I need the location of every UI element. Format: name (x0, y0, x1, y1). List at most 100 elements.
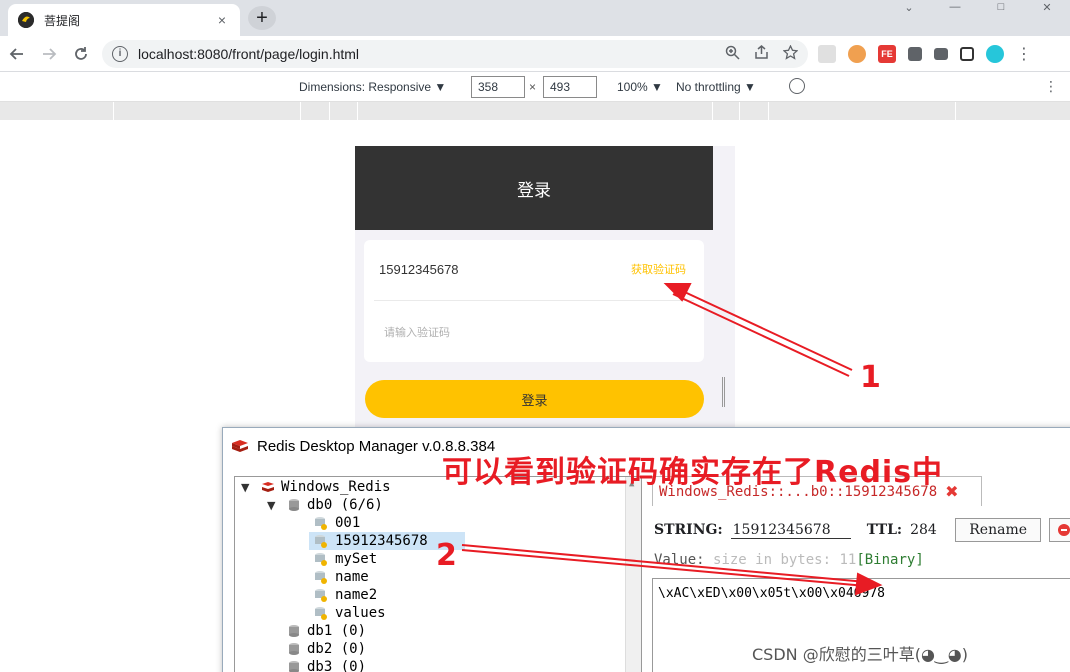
tab-search-icon[interactable]: ⌄ (886, 0, 932, 14)
rotate-icon[interactable] (785, 74, 809, 98)
zoom-icon[interactable] (725, 45, 740, 63)
db3-label: db3 (0) (307, 659, 367, 672)
csdn-watermark: CSDN @欣慰的三叶草(◕‿◕) (752, 645, 968, 664)
key-icon (315, 606, 327, 620)
site-favicon-icon (18, 12, 34, 28)
annotation-number-1: 1 (860, 360, 881, 395)
browser-tab-strip: 菩提阁 × + ⌄ — □ ✕ (0, 0, 1070, 36)
expand-arrow-icon[interactable]: ▼ (241, 481, 253, 494)
db0-label: db0 (6/6) (307, 497, 383, 513)
login-form-card: 15912345678 获取验证码 请输入验证码 (364, 240, 704, 362)
key-label: name (335, 569, 369, 585)
database-icon (289, 499, 299, 511)
key-icon (315, 570, 327, 584)
throttling-dropdown[interactable]: No throttling ▼ (676, 80, 756, 94)
key-label: values (335, 605, 386, 621)
extension-fe-icon[interactable]: FE (878, 45, 896, 63)
tree-scrollbar[interactable]: ▲ (625, 477, 641, 672)
annotation-headline: 可以看到验证码确实存在了Redis中 (442, 455, 944, 490)
value-label: Value: (654, 552, 705, 568)
device-toolbar-more-icon[interactable]: ⋮ (1044, 78, 1058, 95)
tree-db3[interactable]: db3 (0) (287, 658, 366, 672)
redis-logo-icon (232, 440, 248, 452)
tree-connection[interactable]: ▼ Windows_Redis (241, 478, 391, 496)
tree-key-name2[interactable]: name2 (313, 586, 377, 604)
connection-tree: ▼ Windows_Redis ▼ db0 (6/6) 001 15912345… (234, 476, 642, 672)
key-type-label: STRING: (654, 522, 723, 538)
tree-db2[interactable]: db2 (0) (287, 640, 366, 658)
annotation-number-2: 2 (436, 538, 457, 573)
zoom-dropdown[interactable]: 100% ▼ (617, 80, 663, 94)
bookmark-star-icon[interactable] (782, 44, 799, 63)
close-window-button[interactable]: ✕ (1024, 0, 1070, 14)
url-text[interactable]: localhost:8080/front/page/login.html (138, 46, 725, 62)
key-meta-row: STRING: 15912345678 TTL: 284 Rename (654, 518, 1070, 542)
key-name-field[interactable]: 15912345678 (730, 522, 851, 539)
verification-code-input[interactable]: 请输入验证码 (384, 324, 450, 340)
delete-icon (1058, 524, 1070, 536)
viewport-height-input[interactable]: 493 (543, 76, 597, 98)
reload-icon[interactable] (66, 39, 96, 69)
device-toolbar: Dimensions: Responsive ▼ 358 × 493 100% … (0, 72, 1070, 102)
browser-tab[interactable]: 菩提阁 × (8, 4, 240, 36)
media-query-ruler (0, 102, 1070, 120)
close-tab-icon[interactable]: ✖ (945, 482, 958, 501)
page-title: 登录 (517, 180, 551, 200)
new-tab-button[interactable]: + (248, 6, 276, 30)
delete-key-button[interactable] (1049, 518, 1070, 542)
key-label: 001 (335, 515, 361, 531)
rename-button[interactable]: Rename (954, 518, 1042, 542)
database-icon (289, 643, 299, 655)
extension-face-icon[interactable] (848, 45, 866, 63)
key-label: 15912345678 (335, 533, 428, 549)
tree-key-name[interactable]: name (313, 568, 369, 586)
key-label: name2 (335, 587, 378, 603)
key-icon (315, 516, 327, 530)
login-button[interactable]: 登录 (365, 380, 704, 418)
redis-server-icon (262, 482, 274, 492)
get-code-link[interactable]: 获取验证码 (631, 261, 686, 277)
tree-key-myset[interactable]: mySet (313, 550, 377, 568)
extension-cast-icon[interactable] (818, 45, 836, 63)
back-icon[interactable] (2, 39, 32, 69)
value-info-row: Value: size in bytes: 11[Binary] (654, 552, 924, 568)
value-size-text: size in bytes: 11 (713, 552, 857, 568)
minimize-button[interactable]: — (932, 0, 978, 14)
browser-toolbar: i localhost:8080/front/page/login.html F… (0, 36, 1070, 72)
viewport-resize-handle[interactable] (722, 377, 725, 407)
mobile-viewport: 登录 15912345678 获取验证码 请输入验证码 登录 (355, 146, 735, 436)
connection-name: Windows_Redis (281, 479, 391, 495)
forward-icon[interactable] (34, 39, 64, 69)
ttl-label: TTL: (866, 522, 903, 538)
maximize-button[interactable]: □ (978, 0, 1024, 14)
database-icon (289, 661, 299, 672)
extensions-puzzle-icon[interactable] (908, 47, 922, 61)
site-info-icon[interactable]: i (112, 46, 128, 62)
binary-tag[interactable]: [Binary] (856, 552, 923, 568)
viewport-width-input[interactable]: 358 (471, 76, 525, 98)
window-controls: ⌄ — □ ✕ (886, 0, 1070, 14)
key-icon (315, 534, 327, 548)
tab-title: 菩提阁 (44, 13, 81, 28)
phone-input[interactable]: 15912345678 (379, 262, 459, 277)
address-bar[interactable]: i localhost:8080/front/page/login.html (102, 40, 808, 68)
database-icon (289, 625, 299, 637)
page-header: 登录 (355, 146, 713, 230)
tab-close-icon[interactable]: × (214, 12, 230, 28)
browser-menu-icon[interactable]: ⋮ (1016, 44, 1032, 64)
share-icon[interactable] (754, 45, 769, 63)
tree-db1[interactable]: db1 (0) (287, 622, 366, 640)
profile-avatar-icon[interactable] (986, 45, 1004, 63)
side-panel-icon[interactable] (960, 47, 974, 61)
key-icon (315, 552, 327, 566)
form-divider (374, 300, 694, 301)
expand-arrow-icon[interactable]: ▼ (267, 499, 279, 512)
tree-key-001[interactable]: 001 (313, 514, 360, 532)
key-label: mySet (335, 551, 378, 567)
reading-list-icon[interactable] (934, 48, 948, 60)
ttl-value: 284 (910, 522, 937, 538)
tree-key-values[interactable]: values (313, 604, 386, 622)
tree-db0[interactable]: ▼ db0 (6/6) (267, 496, 383, 514)
dimensions-dropdown[interactable]: Dimensions: Responsive ▼ (299, 80, 446, 94)
db1-label: db1 (0) (307, 623, 367, 639)
